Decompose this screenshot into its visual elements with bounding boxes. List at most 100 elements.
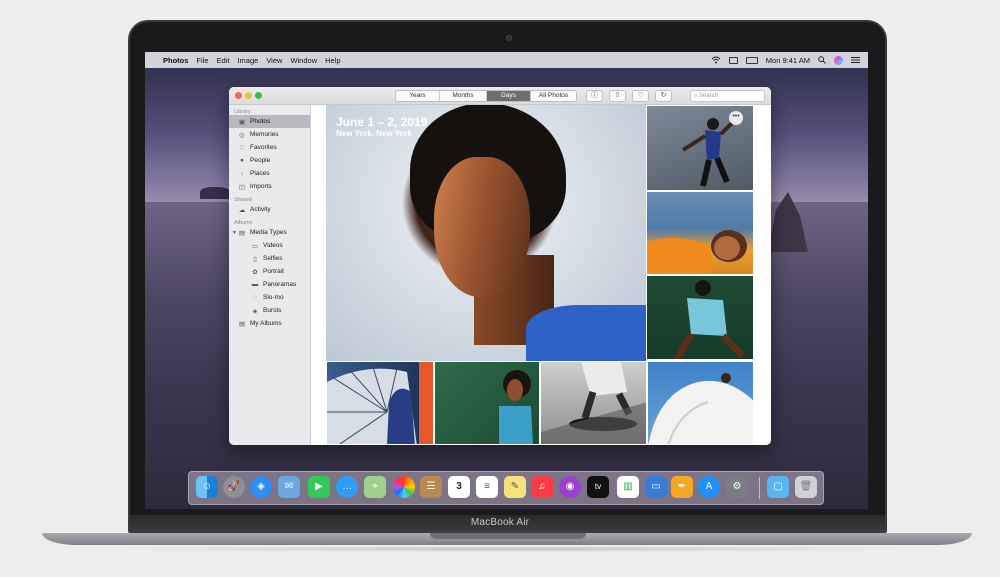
photos-window: Years Months Days All Photos ⓘ ⇧ ♡ ↻ ⌕ S… [229,87,771,445]
rotate-button[interactable]: ↻ [655,90,672,102]
sidebar-item-label: Activity [250,206,271,213]
search-icon[interactable] [818,56,826,64]
tab-months[interactable]: Months [440,91,487,101]
clock[interactable]: Mon 9:41 AM [766,56,810,65]
sidebar-section-library: Library [234,109,251,115]
zoom-button[interactable] [255,92,262,99]
search-placeholder: Search [699,93,719,99]
search-field[interactable]: ⌕ Search [690,90,765,102]
minimize-button[interactable] [245,92,252,99]
sidebar-item-people[interactable]: ● People [229,154,310,167]
dock-messages-icon[interactable]: … [336,476,358,498]
airplay-icon[interactable] [728,56,738,64]
dock-reminders-icon[interactable]: ≡ [476,476,498,498]
menu-edit[interactable]: Edit [217,56,230,65]
sidebar-item-places[interactable]: ↓ Places [229,167,310,180]
photo-tile[interactable] [434,361,540,445]
sidebar-item-videos[interactable]: ▭ Videos [229,239,310,252]
folder-icon: ▤ [238,229,246,237]
rotate-icon: ↻ [660,92,667,99]
sidebar: Library ▣ Photos ◎ Memories ♡ Favorites ● Pe… [229,105,311,445]
view-segmented-control: Years Months Days All Photos [395,90,577,102]
dock-keynote-icon[interactable]: ▭ [645,476,667,498]
siri-icon[interactable] [834,55,843,65]
share-icon: ⇧ [614,92,621,99]
menu-window[interactable]: Window [290,56,317,65]
dock-mail-icon[interactable]: ✉ [278,476,300,498]
battery-icon[interactable] [745,56,758,64]
control-center-icon[interactable] [851,56,860,64]
sidebar-item-photos[interactable]: ▣ Photos [229,115,310,128]
photo-tile[interactable] [647,361,754,445]
sidebar-item-selfies[interactable]: ▯ Selfies [229,252,310,265]
menu-view[interactable]: View [266,56,282,65]
dock-maps-icon[interactable]: ⌖ [364,476,386,498]
dock-trash-icon[interactable]: 🗑 [795,476,817,498]
white-fabric-photo [648,373,753,444]
photo-tile[interactable] [646,275,754,360]
menu-help[interactable]: Help [325,56,340,65]
memories-icon: ◎ [239,131,245,139]
day-location: New York, New York [336,129,412,138]
sidebar-item-label: Media Types [250,229,287,236]
sidebar-item-imports[interactable]: ◫ Imports [229,180,310,193]
dock-photos-icon[interactable] [393,476,415,498]
dock-separator [759,477,760,499]
wifi-icon[interactable] [711,56,721,64]
macbook-scene: Photos File Edit Image View Window Help … [0,0,1000,577]
albums-icon: ▤ [238,320,246,328]
sidebar-item-label: People [250,157,271,164]
dock-pages-icon[interactable]: ✒ [671,476,693,498]
sidebar-item-favorites[interactable]: ♡ Favorites [229,141,310,154]
share-button[interactable]: ⇧ [609,90,626,102]
sidebar-item-activity[interactable]: ☁ Activity [229,203,310,216]
info-button[interactable]: ⓘ [586,90,603,102]
menu-bar: Photos File Edit Image View Window Help … [145,52,868,68]
sidebar-item-label: Portrait [263,268,284,275]
runner-photo [673,280,746,359]
sidebar-item-bursts[interactable]: ◈ Bursts [229,304,310,317]
sidebar-item-portrait[interactable]: ✿ Portrait [229,265,310,278]
photo-tile[interactable] [326,361,434,445]
sidebar-item-label: Favorites [250,144,277,151]
dock-finder-icon[interactable]: ☺ [196,476,218,498]
sidebar-item-memories[interactable]: ◎ Memories [229,128,310,141]
sidebar-item-slo-mo[interactable]: ◌ Slo-mo [229,291,310,304]
close-button[interactable] [235,92,242,99]
menu-app-name[interactable]: Photos [163,56,188,65]
dock-calendar-icon[interactable]: 3 [448,476,470,498]
menu-file[interactable]: File [196,56,208,65]
dock-downloads-folder-icon[interactable]: ▢ [767,476,789,498]
tab-all-photos[interactable]: All Photos [531,91,576,101]
dock-numbers-icon[interactable]: ▥ [617,476,639,498]
sidebar-item-panoramas[interactable]: ▬ Panoramas [229,278,310,291]
cloud-icon: ☁ [238,206,246,214]
photos-icon: ▣ [238,118,246,126]
more-options-button[interactable]: ••• [729,111,743,125]
portrait-icon: ✿ [252,268,258,276]
menu-image[interactable]: Image [237,56,258,65]
photo-tile[interactable] [646,191,754,275]
dock-app-store-icon[interactable]: A [698,476,720,498]
dock-podcasts-icon[interactable]: ◉ [559,476,581,498]
hero-photo[interactable]: June 1 – 2, 2019 New York, New York [326,105,646,362]
tab-years[interactable]: Years [396,91,440,101]
dock-tv-icon[interactable]: tv [587,476,609,498]
sidebar-item-media-types[interactable]: ▼ ▤ Media Types [229,226,310,239]
sidebar-item-my-albums[interactable]: ▤ My Albums [229,317,310,330]
dock-facetime-icon[interactable]: ▶ [308,476,330,498]
dock-launchpad-icon[interactable]: 🚀 [223,476,245,498]
search-field-icon: ⌕ [694,93,698,99]
wallpaper-island-left [200,187,230,199]
slomo-icon: ◌ [253,294,257,301]
dock-safari-icon[interactable]: ◈ [250,476,272,498]
dock-system-preferences-icon[interactable]: ⚙ [726,476,748,498]
photo-tile[interactable] [540,361,647,445]
favorite-button[interactable]: ♡ [632,90,649,102]
dock-notes-icon[interactable]: ✎ [504,476,526,498]
sidebar-item-label: Bursts [263,307,282,314]
dock-music-icon[interactable]: ♫ [531,476,553,498]
tab-days[interactable]: Days [487,91,531,101]
sidebar-section-shared: Shared [234,197,252,203]
dock-contacts-icon[interactable]: ☰ [420,476,442,498]
